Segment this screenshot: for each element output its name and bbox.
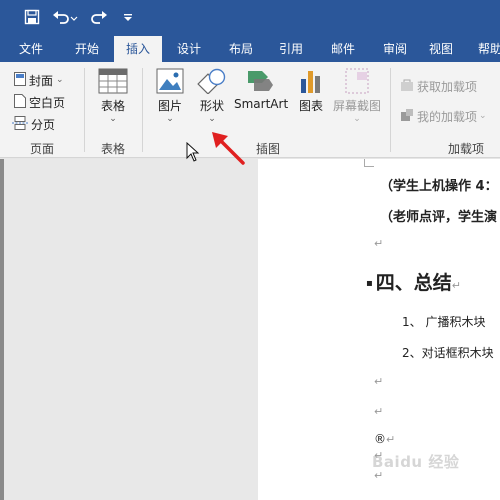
chart-icon <box>298 68 324 94</box>
my-addins-button[interactable]: 我的加载项 ⌄ <box>400 106 487 126</box>
smartart-label: SmartArt <box>234 97 289 111</box>
chevron-down-icon: ⌄ <box>166 114 174 124</box>
mouse-pointer-icon <box>186 141 200 166</box>
my-addins-icon <box>400 108 414 125</box>
table-button[interactable]: 表格 ⌄ <box>92 68 134 124</box>
paragraph-mark: ↵ <box>386 433 396 446</box>
doc-line-5: 2、对话框积木块 <box>402 346 494 360</box>
baidu-watermark: Baidu 经验 <box>372 453 460 471</box>
group-separator <box>390 68 391 152</box>
page-break-button[interactable]: 分页 <box>12 114 55 134</box>
my-addins-label: 我的加载项 <box>417 109 478 124</box>
paragraph-mark: ↵ <box>374 237 384 250</box>
tables-group-label: 表格 <box>100 142 125 156</box>
quick-access-toolbar <box>0 0 500 36</box>
chart-button[interactable]: 图表 <box>294 68 328 114</box>
doc-line-4: 1、 广播积木块 <box>402 315 486 329</box>
doc-line-1: （学生上机操作 4： <box>380 179 498 194</box>
screenshot-label: 屏幕截图 <box>332 99 381 113</box>
doc-heading: ▪ 四、总结↵ <box>366 268 461 295</box>
cover-page-icon <box>14 71 26 89</box>
smartart-icon <box>245 68 275 94</box>
store-icon <box>400 78 414 95</box>
tab-view[interactable]: 视图 <box>418 36 464 62</box>
paragraph-mark: ↵ <box>374 375 384 388</box>
cover-page-label: 封面 <box>29 73 54 88</box>
ribbon: 封面 ⌄ 空白页 分页 页面 表格 ⌄ 表格 图片 ⌄ 形状 ⌄ SmartAr… <box>0 62 500 158</box>
registered-mark: ® <box>374 432 386 446</box>
document-left-margin <box>0 159 258 500</box>
tab-layout[interactable]: 布局 <box>218 36 264 62</box>
doc-line-2: （老师点评，学生演 <box>380 210 498 225</box>
red-arrow-annotation <box>208 128 248 172</box>
redo-icon[interactable] <box>88 6 110 28</box>
tab-home[interactable]: 开始 <box>62 36 112 62</box>
pictures-button[interactable]: 图片 ⌄ <box>152 68 188 124</box>
tab-review[interactable]: 审阅 <box>372 36 418 62</box>
get-addins-button[interactable]: 获取加载项 <box>400 76 477 96</box>
bullet-marker: ▪ <box>366 278 373 289</box>
blank-page-label: 空白页 <box>29 95 66 110</box>
screenshot-icon <box>343 68 371 94</box>
chevron-down-icon: ⌄ <box>208 114 216 124</box>
tab-mailings[interactable]: 邮件 <box>320 36 366 62</box>
get-addins-label: 获取加载项 <box>417 79 478 94</box>
document-page[interactable]: （学生上机操作 4： （老师点评，学生演 ↵ ▪ 四、总结↵ 1、 广播积木块 2… <box>258 159 500 500</box>
smartart-button[interactable]: SmartArt <box>234 68 289 111</box>
paragraph-mark: ↵ <box>374 405 384 418</box>
chevron-down-icon: ⌄ <box>56 75 64 85</box>
group-separator <box>142 68 143 152</box>
group-separator <box>84 68 85 152</box>
shapes-label: 形状 <box>199 99 224 113</box>
table-label: 表格 <box>100 99 125 113</box>
picture-icon <box>156 68 184 94</box>
margin-corner-mark <box>364 159 374 167</box>
page-break-icon <box>12 115 28 133</box>
blank-page-icon <box>14 93 26 111</box>
pictures-label: 图片 <box>157 99 182 113</box>
tab-insert[interactable]: 插入 <box>114 36 162 62</box>
shapes-icon <box>196 68 228 95</box>
addins-group-label: 加载项 <box>448 142 485 156</box>
chevron-down-icon: ⌄ <box>479 111 487 121</box>
customize-qat-icon[interactable] <box>120 6 136 28</box>
blank-page-button[interactable]: 空白页 <box>14 92 65 112</box>
page-break-label: 分页 <box>31 117 56 132</box>
chevron-down-icon: ⌄ <box>353 114 361 124</box>
undo-icon[interactable] <box>50 6 80 28</box>
pages-group-label: 页面 <box>29 142 54 156</box>
cover-page-button[interactable]: 封面 ⌄ <box>14 70 64 90</box>
shapes-button[interactable]: 形状 ⌄ <box>193 68 231 124</box>
tab-file[interactable]: 文件 <box>8 36 54 62</box>
screenshot-button[interactable]: 屏幕截图 ⌄ <box>330 68 384 124</box>
table-icon <box>98 68 128 94</box>
tab-design[interactable]: 设计 <box>166 36 212 62</box>
registered-mark-line: ®↵ <box>374 432 395 446</box>
chart-label: 图表 <box>298 99 323 113</box>
ribbon-tabs: 文件 开始 插入 设计 布局 引用 邮件 审阅 视图 帮助 <box>0 36 500 62</box>
chevron-down-icon: ⌄ <box>109 114 117 124</box>
save-icon[interactable] <box>20 6 44 28</box>
tab-help[interactable]: 帮助 <box>470 36 500 62</box>
heading-text: 四、总结 <box>375 272 452 294</box>
paragraph-mark: ↵ <box>451 279 462 292</box>
tab-references[interactable]: 引用 <box>268 36 314 62</box>
